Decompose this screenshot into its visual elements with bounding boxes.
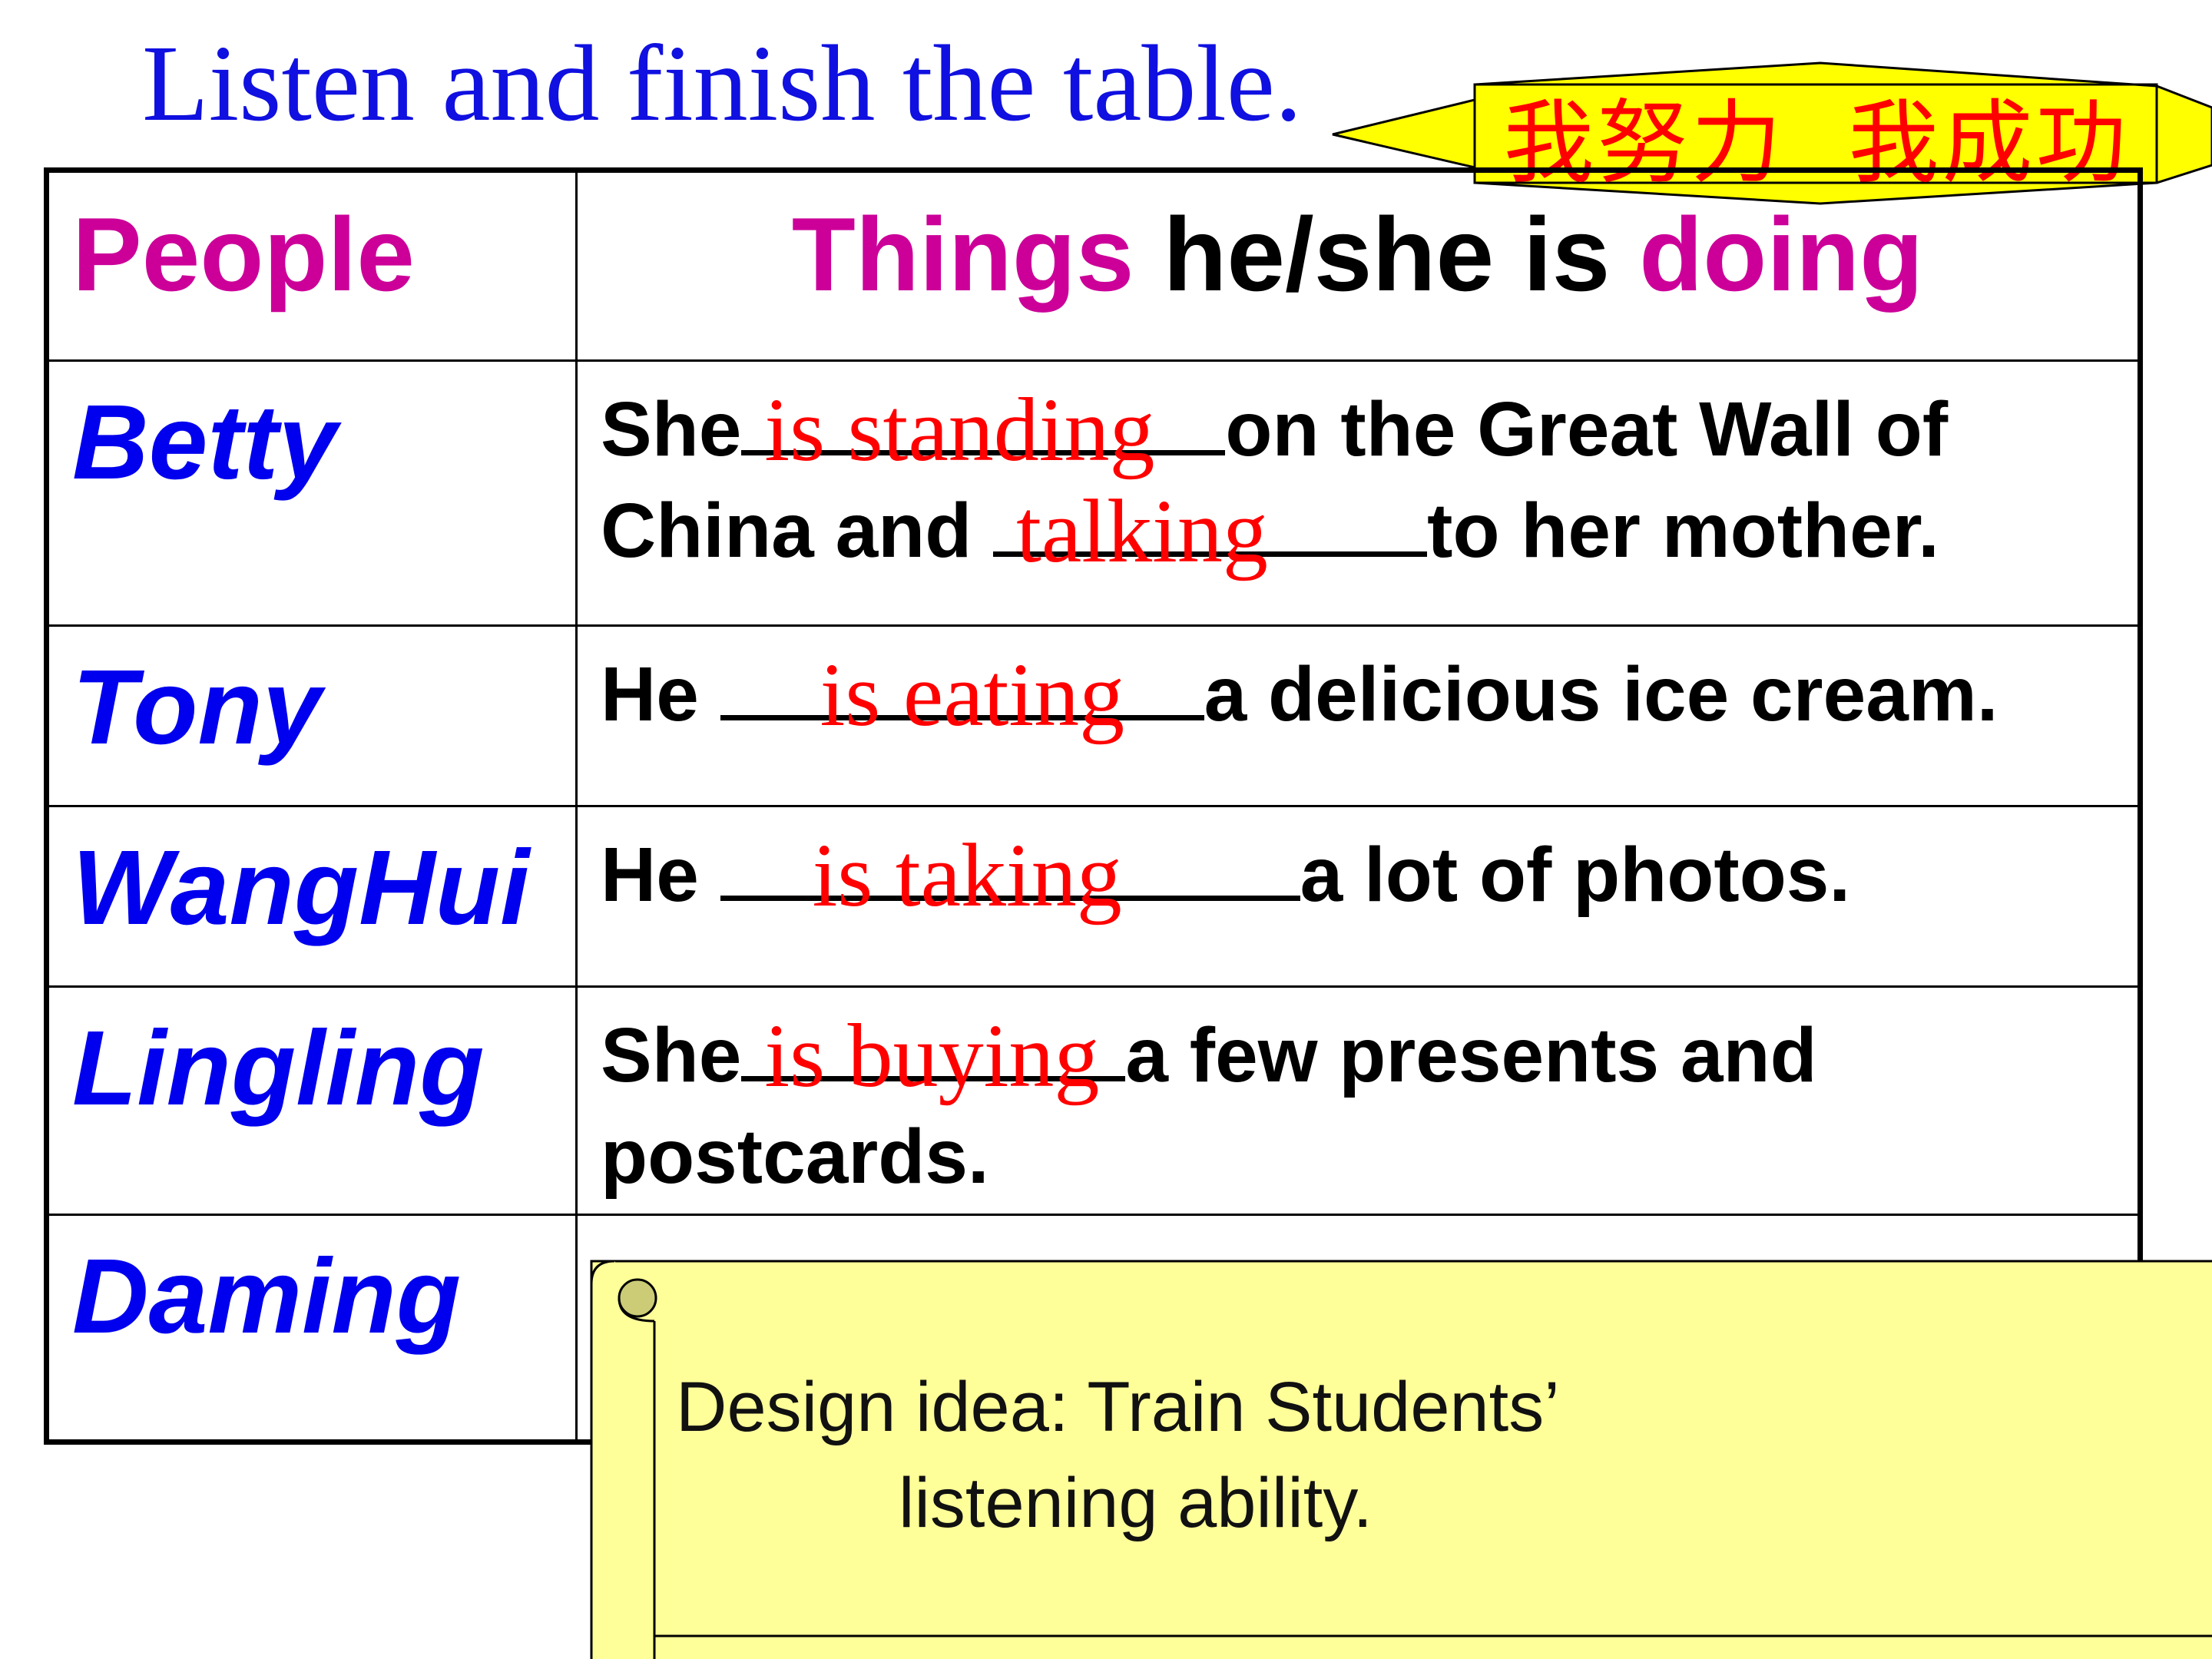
note-line-1: Design idea: Train Students’: [676, 1368, 1560, 1446]
note-line-2: listening ability.: [899, 1464, 1373, 1542]
design-note: Design idea: Train Students’ listening a…: [676, 1359, 2135, 1551]
